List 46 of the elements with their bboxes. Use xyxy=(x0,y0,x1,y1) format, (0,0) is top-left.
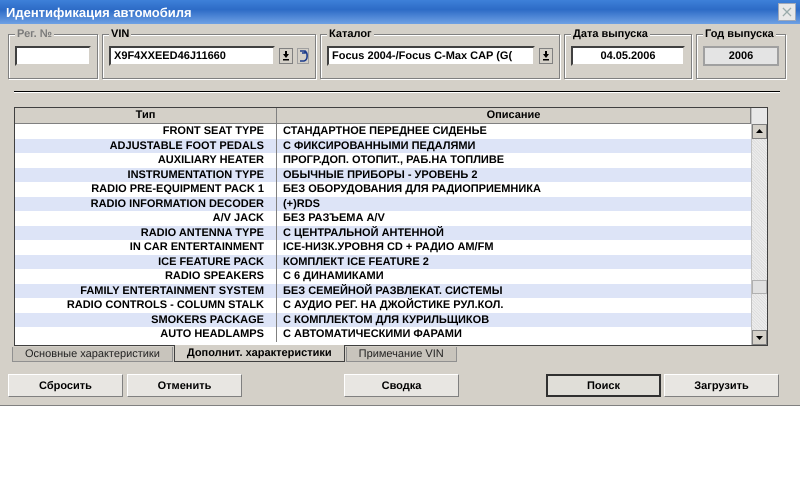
table-cell: RADIO ANTENNA TYPE xyxy=(15,226,277,240)
table-cell-text: БЕЗ ОБОРУДОВАНИЯ ДЛЯ РАДИОПРИЕМНИКА xyxy=(282,182,542,196)
input-field[interactable]: Focus 2004-/Focus C-Max CAP (G( xyxy=(327,46,535,66)
table-cell-text: С ФИКСИРОВАННЫМИ ПЕДАЛЯМИ xyxy=(282,138,476,153)
table-cell: AUTO HEADLAMPS xyxy=(15,327,277,342)
scroll-down-button[interactable] xyxy=(752,330,767,345)
scrollbar[interactable] xyxy=(751,108,767,345)
undo-icon[interactable] xyxy=(297,48,309,64)
input-field[interactable]: 2006 xyxy=(703,46,779,66)
button[interactable]: Сводка xyxy=(344,374,459,397)
table-cell: RADIO INFORMATION DECODER xyxy=(15,196,277,211)
table-cell: ADJUSTABLE FOOT PEDALS xyxy=(15,138,277,153)
table-cell-text: БЕЗ СЕМЕЙНОЙ РАЗВЛЕКАТ. СИСТЕМЫ xyxy=(282,284,504,298)
input-field[interactable]: X9F4XXEED46J11660 xyxy=(109,46,275,66)
dropdown-button[interactable] xyxy=(279,48,293,64)
table-cell: ICE FEATURE PACK xyxy=(15,254,277,269)
table-cell-text: С 6 ДИНАМИКАМИ xyxy=(282,269,385,284)
dropdown-button[interactable] xyxy=(539,48,553,64)
table-cell: INSTRUMENTATION TYPE xyxy=(15,168,277,182)
field-label: Год выпуска xyxy=(703,27,776,41)
table-cell-text: ПРОГР.ДОП. ОТОПИТ., РАБ.НА ТОПЛИВЕ xyxy=(282,153,506,168)
scroll-up-button[interactable] xyxy=(752,124,767,139)
table-cell-text: СТАНДАРТНОЕ ПЕРЕДНЕЕ СИДЕНЬЕ xyxy=(282,124,488,138)
scroll-thumb[interactable] xyxy=(752,280,767,294)
tab[interactable]: Примечание VIN xyxy=(346,347,457,362)
table-cell-text: С АВТОМАТИЧЕСКИМИ ФАРАМИ xyxy=(282,327,463,342)
field-label: Дата выпуска xyxy=(571,27,650,41)
table-cell-text: С КОМПЛЕКТОМ ДЛЯ КУРИЛЬЩИКОВ xyxy=(282,312,490,327)
table-cell-text: КОМПЛЕКТ ICE FEATURE 2 xyxy=(282,254,430,269)
tab[interactable]: Дополнит. характеристики xyxy=(174,345,345,362)
button[interactable]: Загрузить xyxy=(664,374,779,397)
tab[interactable]: Основные характеристики xyxy=(12,347,173,362)
table-cell-text: БЕЗ РАЗЪЕМА A/V xyxy=(282,211,386,226)
table-cell-text: С АУДИО РЕГ. НА ДЖОЙСТИКЕ РУЛ.КОЛ. xyxy=(282,298,504,312)
button[interactable]: Сбросить xyxy=(8,374,123,397)
table-cell-text: С ЦЕНТРАЛЬНОЙ АНТЕННОЙ xyxy=(282,226,445,240)
table-cell-text: ICE-НИЗК.УРОВНЯ CD + РАДИО AM/FM xyxy=(282,240,494,254)
window-title: Идентификация автомобиля xyxy=(6,4,192,20)
table-cell-text: (+)RDS xyxy=(282,196,321,211)
table-cell: FAMILY ENTERTAINMENT SYSTEM xyxy=(15,284,277,298)
table-cell: SMOKERS PACKAGE xyxy=(15,312,277,327)
button[interactable]: Поиск xyxy=(546,374,661,397)
column-header: Тип xyxy=(15,108,277,123)
table-cell-text: ОБЫЧНЫЕ ПРИБОРЫ - УРОВЕНЬ 2 xyxy=(282,168,478,182)
input-field[interactable]: 04.05.2006 xyxy=(571,46,685,66)
button[interactable]: Отменить xyxy=(127,374,242,397)
